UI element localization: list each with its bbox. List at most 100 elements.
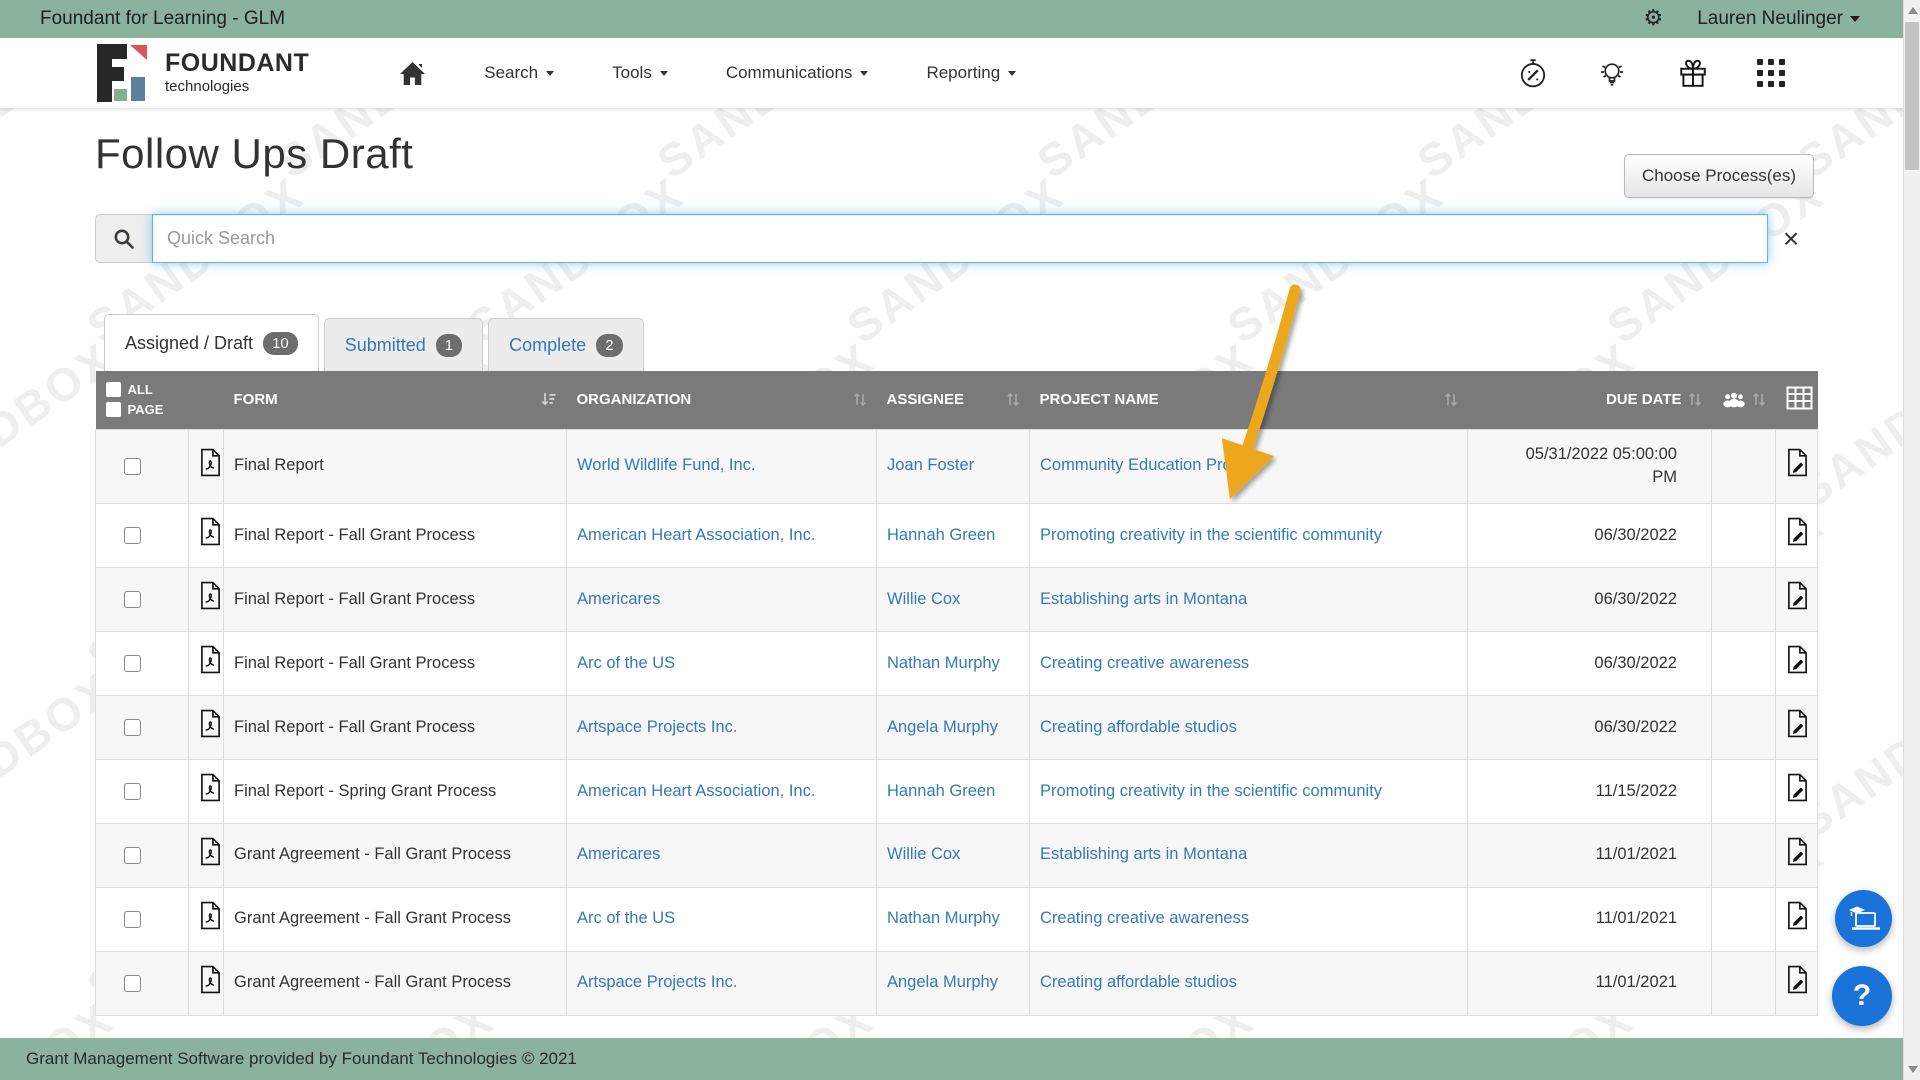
edit-followup-icon[interactable] — [1786, 581, 1809, 610]
choose-process-button[interactable]: Choose Process(es) — [1623, 154, 1814, 198]
sort-updown-icon[interactable] — [1752, 391, 1766, 408]
row-checkbox[interactable] — [124, 591, 141, 609]
table-row: Grant Agreement - Fall Grant Process Art… — [95, 950, 1818, 1016]
assignee-link[interactable]: Angela Murphy — [887, 718, 998, 736]
apps-menu-button[interactable] — [1757, 59, 1785, 87]
vertical-scrollbar[interactable] — [1903, 0, 1920, 1080]
count-badge: 1 — [435, 334, 463, 357]
header-project-name[interactable]: PROJECT NAME — [1029, 371, 1468, 429]
user-menu[interactable]: Lauren Neulinger — [1697, 8, 1860, 30]
timer-compass-button[interactable] — [1519, 57, 1547, 89]
organization-link[interactable]: Artspace Projects Inc. — [577, 718, 737, 736]
header-organization[interactable]: ORGANIZATION — [566, 371, 877, 429]
form-name: Grant Agreement - Fall Grant Process — [223, 950, 567, 1016]
header-form[interactable]: FORM — [223, 371, 567, 429]
rewards-button[interactable] — [1677, 57, 1709, 89]
gear-icon[interactable]: ⚙ — [1644, 8, 1664, 30]
sort-amount-icon[interactable] — [540, 391, 557, 408]
tab-assigned-draft[interactable]: Assigned / Draft 10 — [104, 314, 319, 371]
tab-complete[interactable]: Complete 2 — [488, 318, 644, 371]
edit-followup-icon[interactable] — [1786, 448, 1809, 477]
scroll-up-arrow[interactable] — [1908, 7, 1918, 14]
header-due-date[interactable]: DUE DATE — [1467, 371, 1712, 429]
help-button[interactable]: ? — [1832, 966, 1892, 1026]
project-name-link[interactable]: Creating affordable studios — [1040, 718, 1237, 736]
select-all-checkbox[interactable] — [105, 382, 121, 398]
organization-link[interactable]: Americares — [577, 590, 660, 608]
organization-link[interactable]: Arc of the US — [577, 654, 675, 672]
project-name-link[interactable]: Establishing arts in Montana — [1040, 845, 1247, 863]
chevron-down-icon — [1008, 70, 1017, 76]
pdf-file-icon[interactable] — [199, 901, 222, 930]
organization-link[interactable]: Americares — [577, 845, 660, 863]
pdf-file-icon[interactable] — [199, 448, 222, 477]
project-name-link[interactable]: Establishing arts in Montana — [1040, 590, 1247, 608]
select-page-checkbox[interactable] — [105, 402, 121, 418]
row-checkbox[interactable] — [124, 910, 141, 928]
edit-followup-icon[interactable] — [1786, 901, 1809, 930]
edit-followup-icon[interactable] — [1786, 837, 1809, 866]
project-name-link[interactable]: Creating creative awareness — [1040, 654, 1249, 672]
sort-updown-icon[interactable] — [853, 391, 867, 408]
row-checkbox[interactable] — [124, 527, 141, 545]
assignee-link[interactable]: Willie Cox — [887, 590, 960, 608]
form-name: Final Report - Fall Grant Process — [223, 695, 567, 761]
edit-followup-icon[interactable] — [1786, 517, 1809, 546]
project-name-link[interactable]: Creating affordable studios — [1040, 973, 1237, 991]
organization-link[interactable]: American Heart Association, Inc. — [577, 526, 815, 544]
pdf-file-icon[interactable] — [199, 773, 222, 802]
stopwatch-icon — [1520, 59, 1546, 88]
header-assignee[interactable]: ASSIGNEE — [876, 371, 1030, 429]
due-date: 11/01/2021 — [1467, 886, 1712, 952]
organization-link[interactable]: Artspace Projects Inc. — [577, 973, 737, 991]
assignee-link[interactable]: Joan Foster — [887, 456, 974, 474]
nav-tools[interactable]: Tools — [612, 63, 668, 83]
pdf-file-icon[interactable] — [199, 837, 222, 866]
assignee-link[interactable]: Nathan Murphy — [887, 909, 1000, 927]
scrollbar-thumb[interactable] — [1905, 22, 1919, 170]
scroll-down-arrow[interactable] — [1908, 1066, 1918, 1073]
pdf-file-icon[interactable] — [199, 645, 222, 674]
sort-updown-icon[interactable] — [1688, 391, 1702, 408]
edit-followup-icon[interactable] — [1786, 773, 1809, 802]
organization-link[interactable]: Arc of the US — [577, 909, 675, 927]
home-button[interactable] — [399, 61, 426, 86]
header-columns-config[interactable] — [1775, 371, 1818, 429]
nav-search[interactable]: Search — [484, 63, 555, 83]
row-checkbox[interactable] — [124, 457, 141, 475]
nav-communications[interactable]: Communications — [726, 63, 869, 83]
pdf-file-icon[interactable] — [199, 709, 222, 738]
assignee-link[interactable]: Angela Murphy — [887, 973, 998, 991]
row-checkbox[interactable] — [124, 655, 141, 673]
edit-followup-icon[interactable] — [1786, 645, 1809, 674]
edit-followup-icon[interactable] — [1786, 965, 1809, 994]
assignee-link[interactable]: Willie Cox — [887, 845, 960, 863]
pdf-file-icon[interactable] — [199, 517, 222, 546]
header-assignees-group[interactable] — [1711, 371, 1776, 429]
project-name-link[interactable]: Creating creative awareness — [1040, 909, 1249, 927]
sort-updown-icon[interactable] — [1444, 391, 1458, 408]
pdf-file-icon[interactable] — [199, 581, 222, 610]
project-name-link[interactable]: Promoting creativity in the scientific c… — [1040, 782, 1382, 800]
row-checkbox[interactable] — [124, 974, 141, 992]
assignee-link[interactable]: Nathan Murphy — [887, 654, 1000, 672]
project-name-link[interactable]: Community Education Project — [1040, 456, 1257, 474]
learning-lab-button[interactable] — [1835, 890, 1892, 947]
tab-submitted[interactable]: Submitted 1 — [323, 318, 484, 371]
assignee-link[interactable]: Hannah Green — [887, 526, 995, 544]
pdf-file-icon[interactable] — [199, 965, 222, 994]
clear-search-button[interactable]: × — [1768, 214, 1814, 263]
edit-followup-icon[interactable] — [1786, 709, 1809, 738]
row-checkbox[interactable] — [124, 846, 141, 864]
row-checkbox[interactable] — [124, 782, 141, 800]
sort-updown-icon[interactable] — [1006, 391, 1020, 408]
quick-search-input[interactable] — [152, 214, 1768, 263]
ideas-button[interactable] — [1595, 57, 1629, 89]
foundant-logo[interactable]: FOUNDANT technologies — [95, 44, 309, 102]
organization-link[interactable]: World Wildlife Fund, Inc. — [577, 456, 756, 474]
row-checkbox[interactable] — [124, 719, 141, 737]
organization-link[interactable]: American Heart Association, Inc. — [577, 782, 815, 800]
assignee-link[interactable]: Hannah Green — [887, 782, 995, 800]
nav-reporting[interactable]: Reporting — [926, 63, 1017, 83]
project-name-link[interactable]: Promoting creativity in the scientific c… — [1040, 526, 1382, 544]
